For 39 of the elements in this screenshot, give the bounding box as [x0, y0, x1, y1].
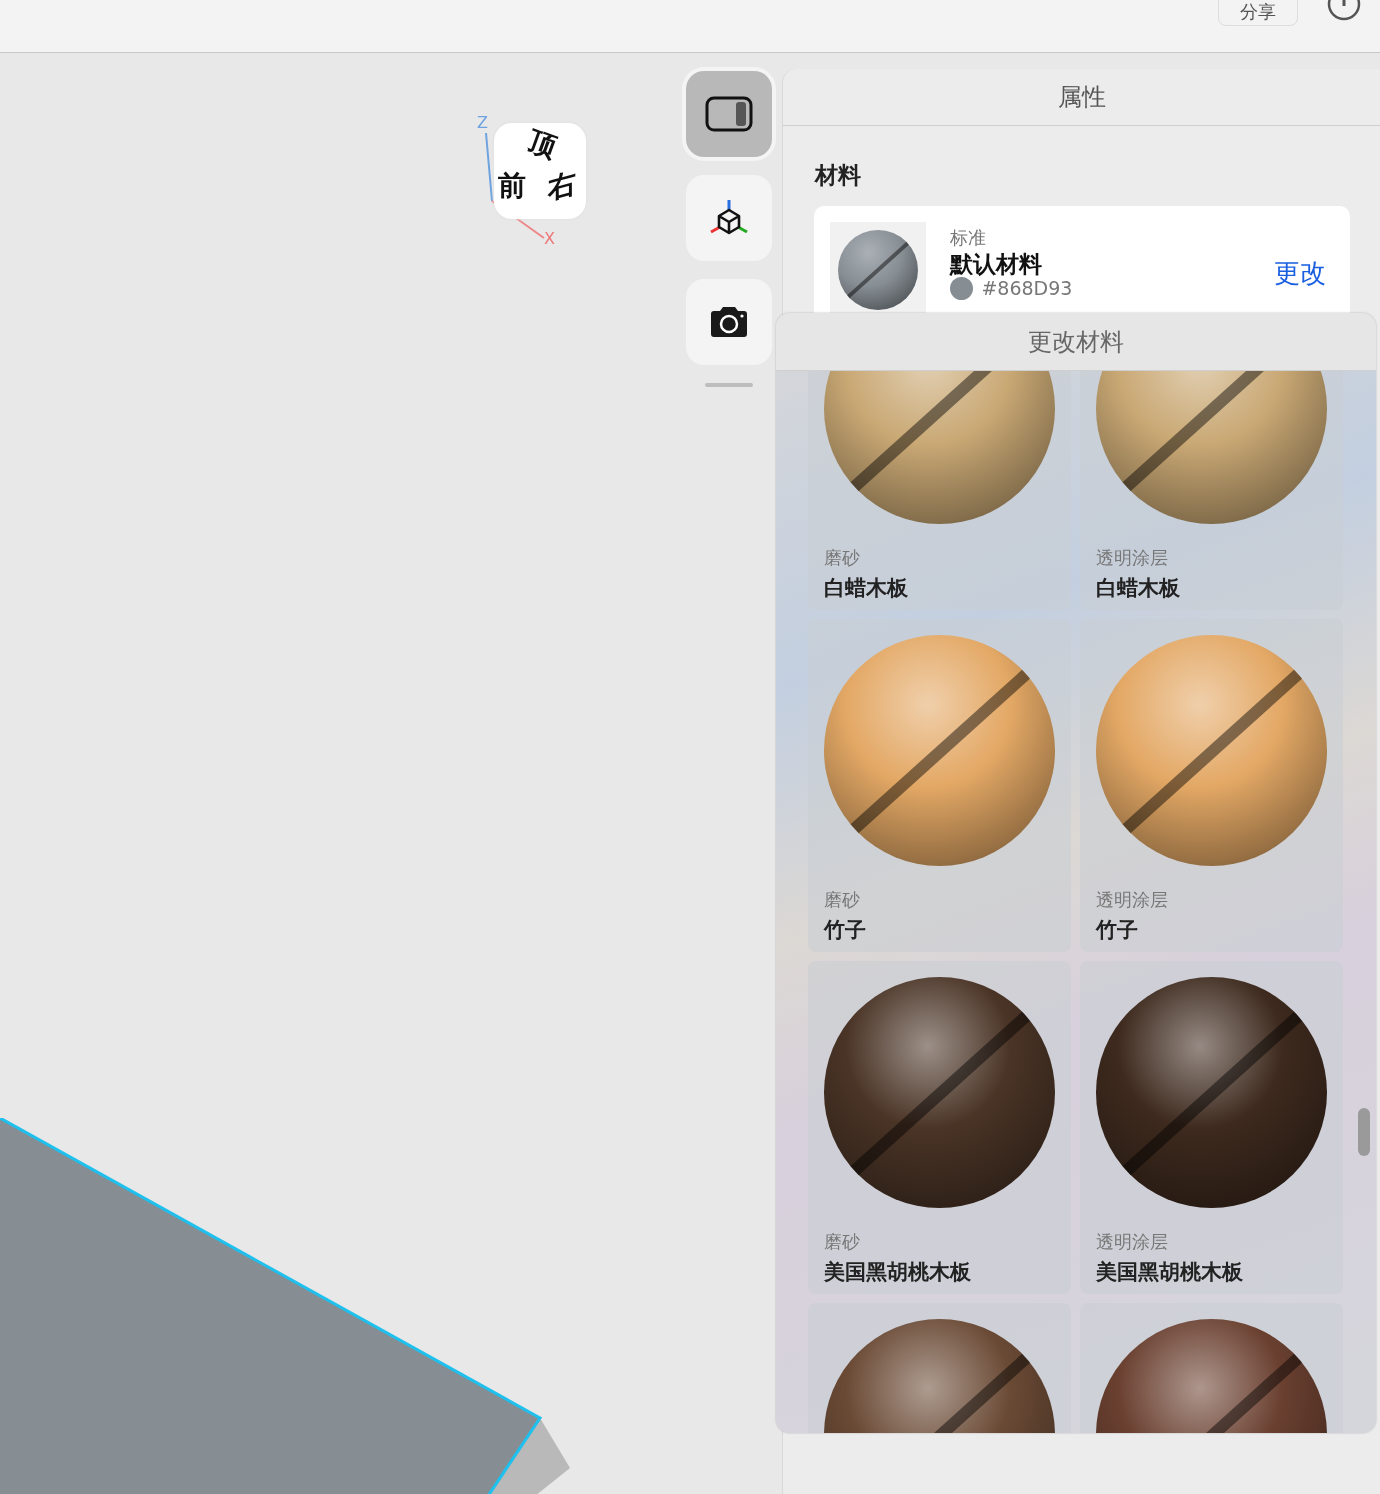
material-finish: 磨砂 — [824, 546, 860, 570]
material-name: 竹子 — [1096, 917, 1138, 944]
material-option[interactable]: 透明涂层 竹子 — [1080, 619, 1343, 952]
view-cube[interactable]: Z X 顶 前 右 — [474, 113, 594, 253]
cube-face-label: 前 — [498, 168, 526, 204]
material-name: 美国黑胡桃木板 — [1096, 1259, 1243, 1286]
scrollbar-thumb[interactable] — [1358, 1108, 1370, 1156]
change-link[interactable]: 更改 — [1274, 256, 1326, 291]
section-heading: 材料 — [813, 161, 863, 190]
panel-title: 属性 — [783, 69, 1380, 126]
share-button[interactable]: 分享 — [1218, 0, 1298, 26]
material-option[interactable]: 磨砂 白蜡木板 — [808, 371, 1071, 610]
material-finish: 透明涂层 — [1096, 1230, 1168, 1254]
material-name: 白蜡木板 — [1096, 575, 1180, 602]
axis-label: X — [544, 229, 555, 248]
material-option[interactable]: 磨砂 竹子 — [808, 619, 1071, 952]
toolbar-button[interactable] — [685, 175, 772, 261]
material-option[interactable]: 磨砂 美国黑胡桃木板 — [808, 961, 1071, 1294]
toolbar-button[interactable] — [685, 279, 772, 365]
material-option[interactable]: 透明涂层 白蜡木板 — [1080, 371, 1343, 610]
axis-label: Z — [477, 113, 488, 132]
cube-face-label: 右 — [548, 164, 576, 208]
material-finish: 磨砂 — [824, 1230, 860, 1254]
cube-face-label: 顶 — [522, 122, 562, 166]
color-hex: #868D93 — [981, 277, 1073, 300]
material-name: 竹子 — [824, 917, 866, 944]
sidebar-toggle-icon — [704, 96, 753, 132]
material-name: 默认材料 — [950, 250, 1044, 278]
popover-title: 更改材料 — [1028, 326, 1124, 358]
drag-handle[interactable] — [704, 383, 753, 387]
material-finish: 透明涂层 — [1096, 546, 1168, 570]
material-option[interactable]: 透明涂层 美国黑胡桃木板 — [1080, 961, 1343, 1294]
material-type: 标准 — [950, 228, 988, 249]
box-model-drawing[interactable] — [0, 1118, 570, 1494]
cube-face[interactable]: 顶 前 右 — [494, 123, 586, 219]
material-name: 美国黑胡桃木板 — [824, 1259, 971, 1286]
material-finish: 磨砂 — [824, 888, 860, 912]
material-finish: 透明涂层 — [1096, 888, 1168, 912]
material-name: 白蜡木板 — [824, 575, 908, 602]
